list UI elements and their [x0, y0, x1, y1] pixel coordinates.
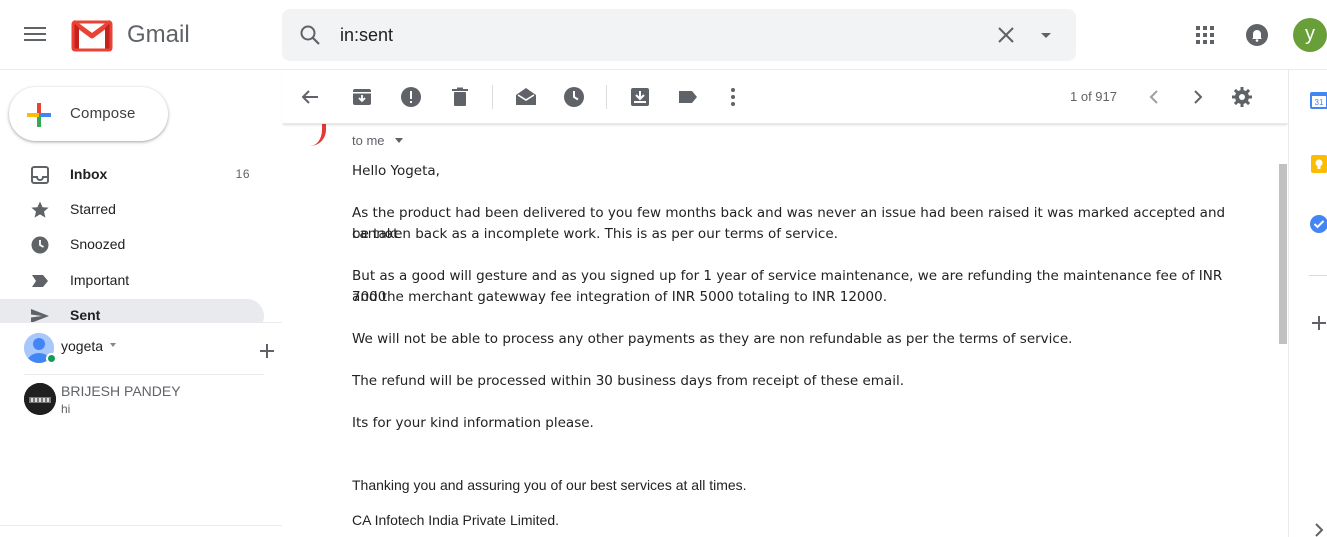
more-icon[interactable] — [721, 85, 745, 109]
compose-label: Compose — [70, 105, 136, 122]
message-paragraph-4: The refund will be processed within 30 b… — [352, 373, 904, 389]
archive-icon[interactable] — [350, 85, 374, 109]
message-view: to me Hello Yogeta, As the product had b… — [282, 70, 1278, 537]
next-icon[interactable] — [1186, 85, 1210, 109]
nav-label: Sent — [70, 307, 101, 323]
tasks-icon[interactable] — [1309, 214, 1327, 234]
online-status-dot — [46, 353, 57, 364]
add-addon-icon[interactable] — [1309, 313, 1327, 333]
sender-avatar-partial — [310, 122, 326, 146]
unread-count: 16 — [235, 167, 250, 181]
add-icon[interactable] — [259, 343, 275, 359]
chevron-down-icon[interactable] — [395, 138, 403, 143]
nav-item-inbox[interactable]: Inbox 16 — [0, 158, 264, 192]
nav-label: Important — [70, 272, 130, 288]
snooze-icon[interactable] — [562, 85, 586, 109]
message-toolbar: 1 of 917 — [282, 70, 1288, 124]
keep-icon[interactable] — [1309, 154, 1327, 174]
side-panel-divider — [1309, 275, 1327, 276]
mark-unread-icon[interactable] — [514, 85, 538, 109]
menu-icon-bar — [24, 39, 46, 41]
menu-icon-bar — [24, 27, 46, 29]
hangouts-user[interactable]: yogeta — [24, 331, 274, 367]
compose-button[interactable]: Compose — [9, 87, 168, 141]
message-paragraph-2-line-2: and the merchant gatewway fee integratio… — [352, 289, 887, 305]
top-header: Gmail y — [0, 0, 1327, 70]
nav-label: Inbox — [70, 166, 108, 182]
toolbar-divider — [606, 85, 607, 109]
report-spam-icon[interactable] — [399, 85, 423, 109]
chevron-down-icon[interactable] — [110, 343, 116, 347]
left-navigation: Compose Inbox 16 Starred Snoozed Importa… — [0, 70, 282, 537]
scrollbar-thumb[interactable] — [1279, 164, 1287, 344]
contact-avatar — [24, 383, 56, 415]
divider — [24, 374, 264, 375]
compose-plus-icon — [27, 103, 51, 127]
calendar-icon[interactable]: 31 — [1309, 90, 1327, 110]
toolbar-divider — [492, 85, 493, 109]
svg-text:31: 31 — [1315, 98, 1324, 107]
nav-label: Snoozed — [70, 236, 126, 252]
menu-icon-bar — [24, 33, 46, 35]
inbox-icon — [31, 166, 49, 184]
gmail-logo[interactable] — [70, 18, 114, 52]
message-paragraph-1-line-2: be taken back as a incomplete work. This… — [352, 226, 838, 242]
main-menu-button[interactable] — [24, 23, 54, 47]
search-input[interactable] — [340, 23, 940, 47]
star-icon — [31, 201, 49, 218]
prev-icon[interactable] — [1142, 85, 1166, 109]
hangouts-panel: yogeta BRIJESH PANDEY hi — [0, 322, 282, 537]
hangouts-contact[interactable]: BRIJESH PANDEY hi — [24, 381, 274, 421]
message-scrollbar[interactable] — [1278, 124, 1288, 537]
search-options-icon[interactable] — [1034, 23, 1058, 47]
message-closing: Thanking you and assuring you of our bes… — [352, 477, 747, 493]
message-company: CA Infotech India Private Limited. — [352, 512, 559, 528]
nav-item-snoozed[interactable]: Snoozed — [0, 228, 264, 262]
settings-icon[interactable] — [1230, 85, 1254, 109]
hangouts-user-name: yogeta — [61, 338, 104, 354]
recipient-line: to me — [352, 133, 385, 148]
clear-icon[interactable] — [994, 23, 1018, 47]
nav-item-important[interactable]: Important — [0, 264, 264, 298]
contact-name: BRIJESH PANDEY — [61, 383, 181, 399]
hangouts-footer — [0, 525, 282, 537]
chevron-right-icon[interactable] — [1309, 520, 1327, 537]
account-avatar[interactable]: y — [1293, 18, 1327, 52]
labels-icon[interactable] — [676, 85, 700, 109]
search-icon[interactable] — [298, 23, 322, 47]
apps-icon[interactable] — [1193, 23, 1217, 47]
delete-icon[interactable] — [448, 85, 472, 109]
contact-last-message: hi — [61, 402, 71, 416]
pagination-count: 1 of 917 — [1070, 89, 1117, 104]
search-bar — [282, 9, 1076, 61]
notifications-icon[interactable] — [1245, 23, 1269, 47]
important-icon — [32, 275, 48, 287]
back-icon[interactable] — [298, 85, 322, 109]
clock-icon — [31, 236, 49, 254]
message-paragraph-3: We will not be able to process any other… — [352, 331, 1073, 347]
nav-item-starred[interactable]: Starred — [0, 193, 264, 227]
move-to-icon[interactable] — [628, 85, 652, 109]
app-name: Gmail — [127, 21, 190, 48]
message-paragraph-5: Its for your kind information please. — [352, 415, 594, 431]
nav-label: Starred — [70, 201, 116, 217]
message-greeting: Hello Yogeta, — [352, 163, 440, 179]
side-panel: 31 — [1288, 70, 1327, 537]
